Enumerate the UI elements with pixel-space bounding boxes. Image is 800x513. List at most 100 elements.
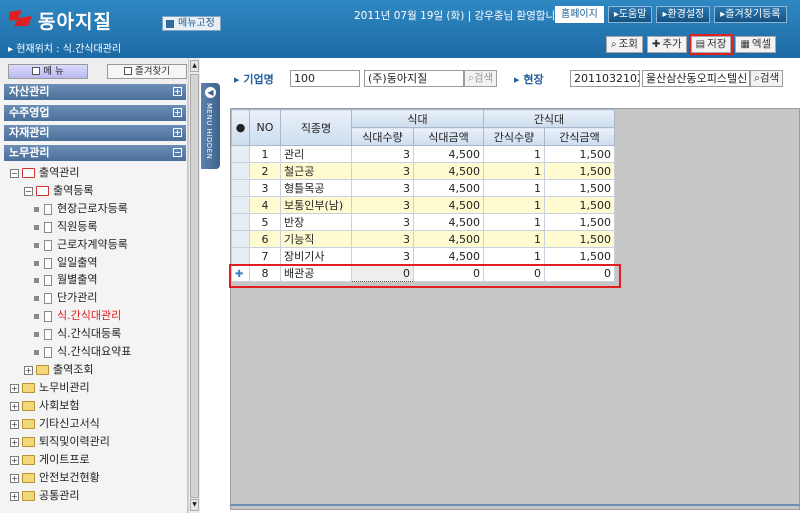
tree-item-attendance-query[interactable]: + 출역조회	[24, 362, 93, 378]
add-button[interactable]: ✚ 추가	[646, 36, 687, 53]
table-row[interactable]: 3 형틀목공 3 4,500 1 1,500	[231, 179, 615, 197]
menu-hide-toggle[interactable]: ◀ MENU HIDDEN	[201, 83, 220, 169]
company-search-button[interactable]: ⌕검색	[464, 70, 498, 87]
tab-favorites[interactable]: 즐겨찾기	[107, 64, 187, 79]
cell-job[interactable]: 형틀목공	[280, 179, 352, 197]
company-code-field[interactable]: 100	[290, 70, 360, 87]
row-selector[interactable]	[231, 162, 250, 180]
table-row[interactable]: 6 기능직 3 4,500 1 1,500	[231, 230, 615, 248]
tree-item-social-insurance[interactable]: + 사회보험	[10, 398, 79, 414]
cell-meal-amt[interactable]: 4,500	[413, 230, 484, 248]
tree-item-labor-cost[interactable]: + 노무비관리	[10, 380, 90, 396]
table-row[interactable]: 1 관리 3 4,500 1 1,500	[231, 145, 615, 163]
tree-item-common[interactable]: + 공통관리	[10, 488, 79, 504]
tree-item-attendance-mgmt[interactable]: − 출역관리	[10, 165, 79, 181]
cell-snack-qty[interactable]: 1	[483, 179, 545, 197]
cell-job[interactable]: 철근공	[280, 162, 352, 180]
add-favorite-button[interactable]: ▸즐겨찾기등록	[714, 6, 787, 23]
cell-meal-qty[interactable]: 3	[351, 179, 414, 197]
col-no-header[interactable]: NO	[249, 109, 281, 146]
cell-snack-qty[interactable]: 1	[483, 196, 545, 214]
help-button[interactable]: ▸도움말	[607, 6, 653, 23]
site-name-field[interactable]: 울산삼산동오피스텔신	[642, 70, 750, 87]
cell-job[interactable]: 기능직	[280, 230, 352, 248]
col-meal-qty-header[interactable]: 식대수량	[351, 127, 414, 146]
sidebar-section-labor[interactable]: 노무관리 −	[4, 145, 186, 161]
cell-meal-qty[interactable]: 3	[351, 247, 414, 265]
cell-snack-qty[interactable]: 1	[483, 145, 545, 163]
table-row[interactable]: 5 반장 3 4,500 1 1,500	[231, 213, 615, 231]
tree-item-staff-reg[interactable]: 직원등록	[34, 219, 97, 235]
scroll-thumb[interactable]	[190, 74, 199, 498]
tree-item-contract-reg[interactable]: 근로자계약등록	[34, 237, 128, 253]
company-name-field[interactable]: (주)동아지질	[364, 70, 464, 87]
cell-job[interactable]: 관리	[280, 145, 352, 163]
row-selector[interactable]	[231, 145, 250, 163]
tree-item-other-forms[interactable]: + 기타신고서식	[10, 416, 100, 432]
cell-snack-amt[interactable]: 1,500	[544, 230, 615, 248]
tree-item-safety[interactable]: + 안전보건현황	[10, 470, 100, 486]
cell-snack-amt[interactable]: 1,500	[544, 145, 615, 163]
scroll-down-icon[interactable]: ▼	[190, 499, 199, 511]
cell-job[interactable]: 장비기사	[280, 247, 352, 265]
cell-snack-qty[interactable]: 1	[483, 230, 545, 248]
col-meal-amt-header[interactable]: 식대금액	[413, 127, 484, 146]
row-selector[interactable]	[231, 179, 250, 197]
tab-menu[interactable]: 메 뉴	[8, 64, 88, 79]
tree-item-retirement[interactable]: + 퇴직및이력관리	[10, 434, 110, 450]
cell-meal-amt[interactable]: 4,500	[413, 213, 484, 231]
cell-snack-amt[interactable]: 1,500	[544, 162, 615, 180]
cell-meal-qty[interactable]: 3	[351, 162, 414, 180]
cell-meal-amt[interactable]: 4,500	[413, 196, 484, 214]
col-snack-qty-header[interactable]: 간식수량	[483, 127, 545, 146]
home-button[interactable]: 홈페이지	[555, 6, 604, 23]
tree-item-meal-summary[interactable]: 식.간식대요약표	[34, 344, 131, 360]
cell-snack-amt[interactable]: 1,500	[544, 213, 615, 231]
cell-meal-qty[interactable]: 3	[351, 196, 414, 214]
scroll-up-icon[interactable]: ▲	[190, 60, 199, 72]
tree-item-monthly-attendance[interactable]: 월별출역	[34, 272, 97, 288]
table-row[interactable]: 2 철근공 3 4,500 1 1,500	[231, 162, 615, 180]
sidebar-section-sales[interactable]: 수주영업 +	[4, 105, 186, 121]
excel-button[interactable]: ▦ 엑셀	[735, 36, 777, 53]
sidebar-section-assets[interactable]: 자산관리 +	[4, 84, 186, 100]
col-snack-amt-header[interactable]: 간식금액	[544, 127, 615, 146]
table-row[interactable]: 4 보통인부(남) 3 4,500 1 1,500	[231, 196, 615, 214]
cell-meal-amt[interactable]: 4,500	[413, 247, 484, 265]
tree-item-site-worker-reg[interactable]: 현장근로자등록	[34, 201, 128, 217]
row-selector[interactable]	[231, 247, 250, 265]
cell-meal-amt[interactable]: 4,500	[413, 179, 484, 197]
cell-snack-qty[interactable]: 1	[483, 162, 545, 180]
sidebar-section-materials[interactable]: 자재관리 +	[4, 125, 186, 141]
settings-button[interactable]: ▸환경설정	[656, 6, 711, 23]
tree-item-unit-price[interactable]: 단가관리	[34, 290, 97, 306]
save-button[interactable]: ▤ 저장	[688, 34, 734, 55]
cell-meal-qty[interactable]: 3	[351, 213, 414, 231]
cell-meal-qty[interactable]: 3	[351, 230, 414, 248]
tree-item-meal-mgmt[interactable]: 식.간식대관리	[34, 308, 121, 324]
cell-job[interactable]: 보통인부(남)	[280, 196, 352, 214]
tree-item-attendance-reg[interactable]: − 출역등록	[24, 183, 93, 199]
cell-snack-amt[interactable]: 1,500	[544, 179, 615, 197]
cell-meal-qty[interactable]: 3	[351, 145, 414, 163]
search-button[interactable]: ⌕ 조회	[606, 36, 643, 53]
row-selector[interactable]	[231, 230, 250, 248]
tree-item-meal-reg[interactable]: 식.간식대등록	[34, 326, 121, 342]
cell-snack-amt[interactable]: 1,500	[544, 196, 615, 214]
row-selector[interactable]	[231, 196, 250, 214]
menu-fix-button[interactable]: 메뉴고정	[162, 16, 221, 31]
cell-snack-qty[interactable]: 1	[483, 213, 545, 231]
table-row[interactable]: 7 장비기사 3 4,500 1 1,500	[231, 247, 615, 265]
sidebar-scrollbar[interactable]: ▲ ▼	[188, 58, 200, 513]
cell-meal-amt[interactable]: 4,500	[413, 162, 484, 180]
tree-item-gate-pro[interactable]: + 게이트프로	[10, 452, 90, 468]
cell-job[interactable]: 반장	[280, 213, 352, 231]
site-code-field[interactable]: 2011032102	[570, 70, 640, 87]
cell-snack-qty[interactable]: 1	[483, 247, 545, 265]
cell-snack-amt[interactable]: 1,500	[544, 247, 615, 265]
tree-item-daily-attendance[interactable]: 일일출역	[34, 255, 97, 271]
row-selector[interactable]	[231, 213, 250, 231]
col-job-header[interactable]: 직종명	[280, 109, 352, 146]
site-search-button[interactable]: ⌕검색	[750, 70, 784, 87]
cell-meal-amt[interactable]: 4,500	[413, 145, 484, 163]
